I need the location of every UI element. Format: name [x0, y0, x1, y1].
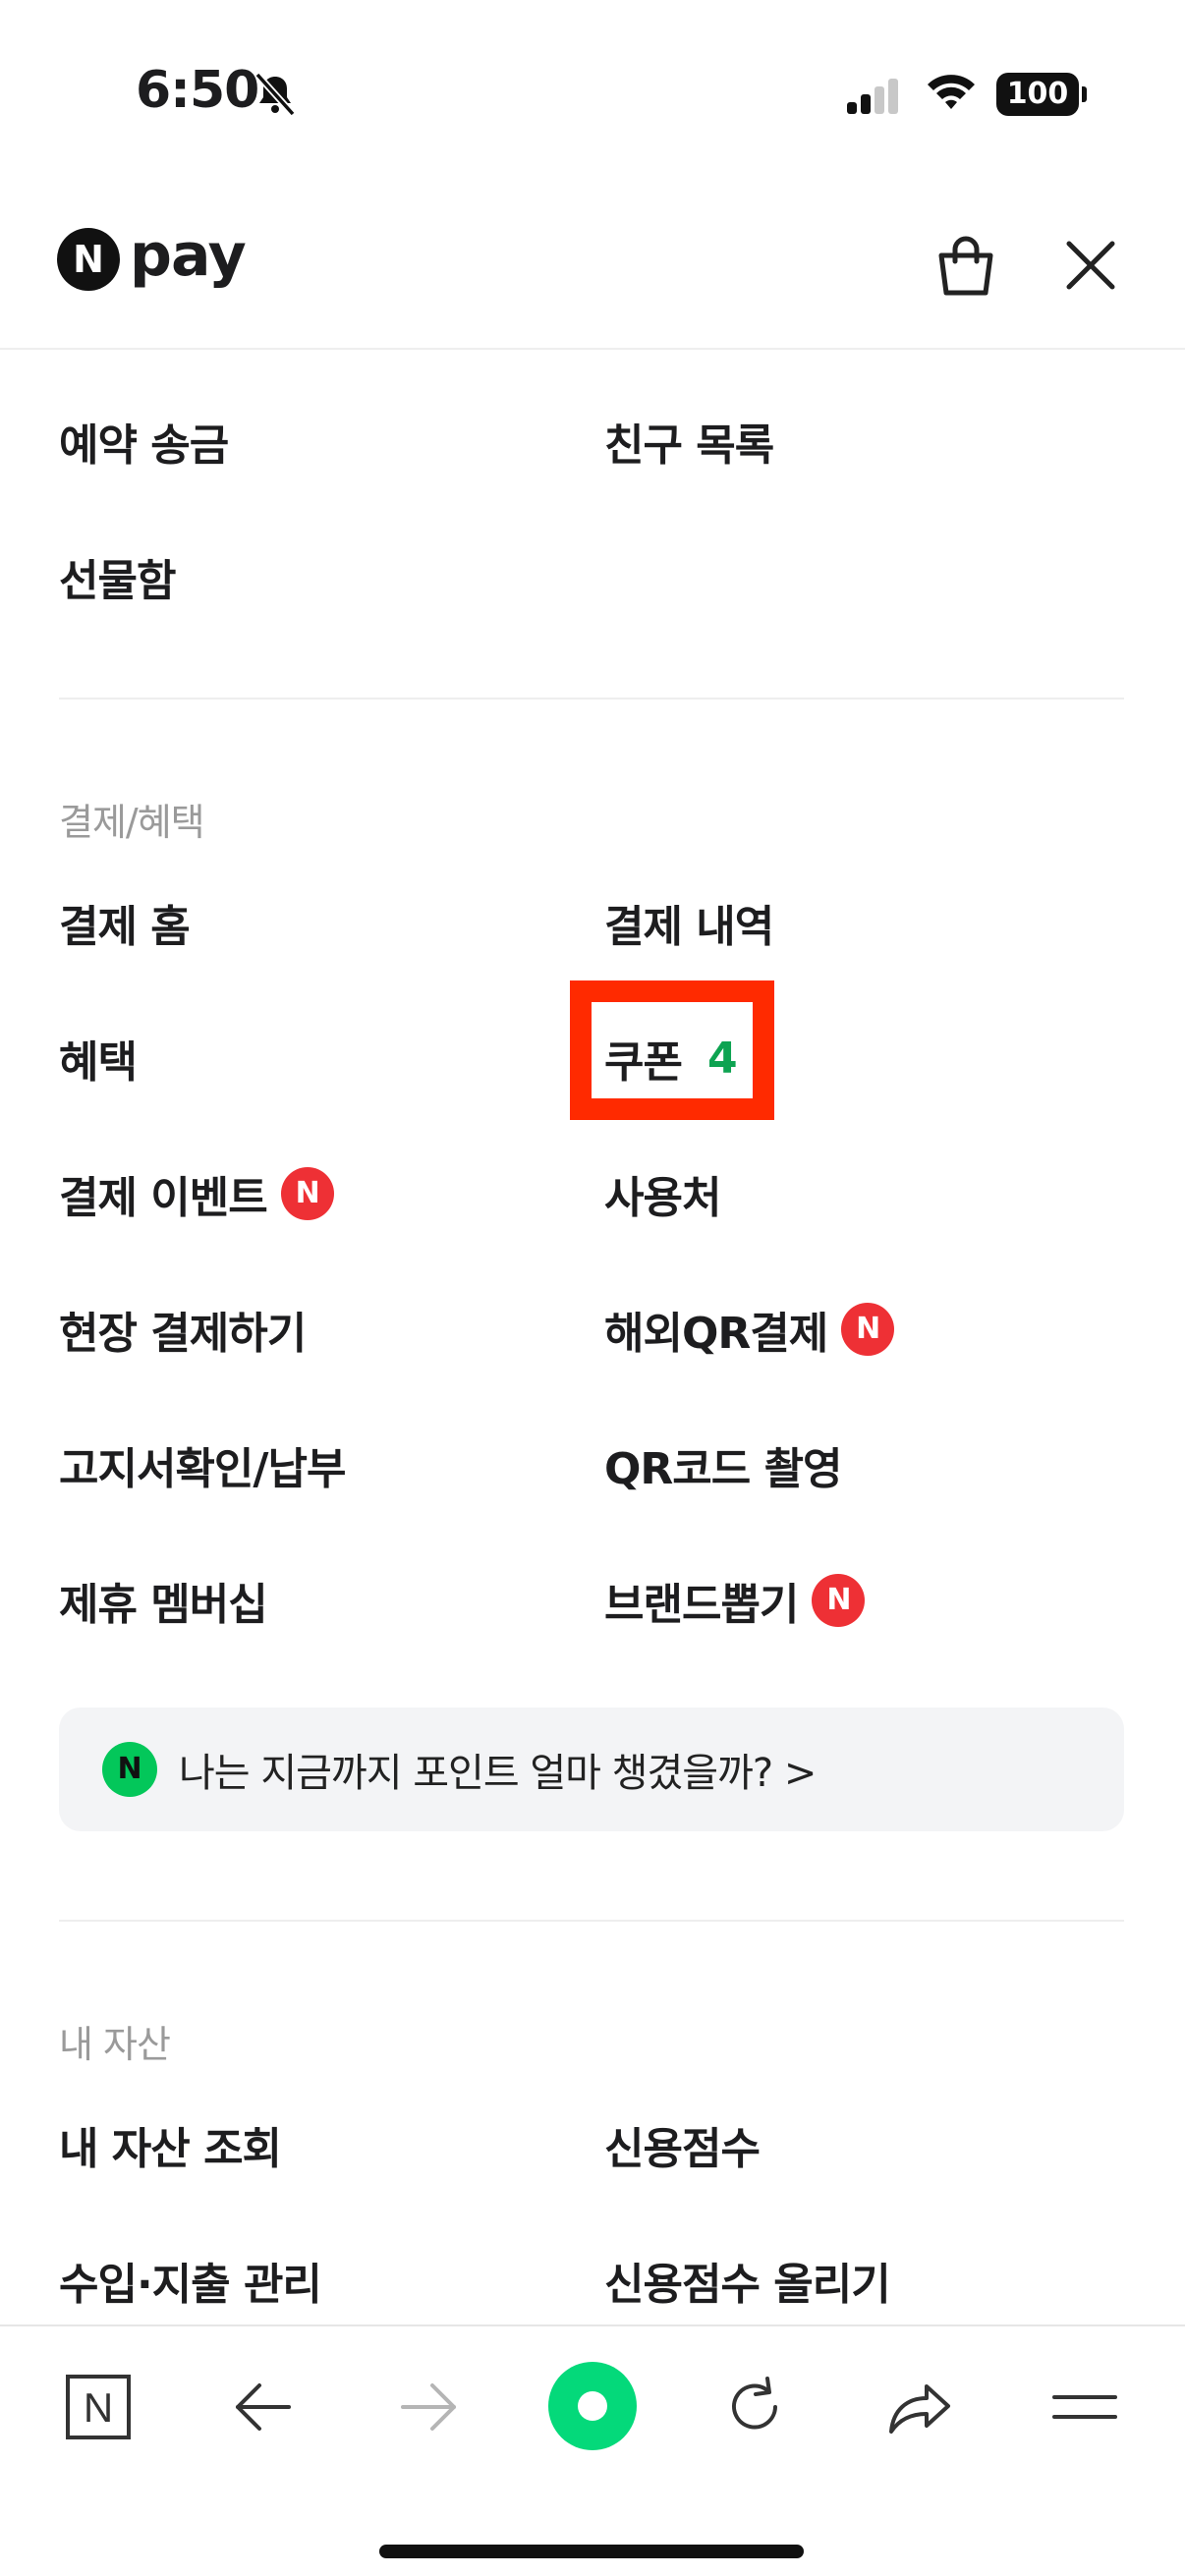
- section-title-payment: 결제/혜택: [59, 801, 205, 844]
- menu-item-label: 브랜드뽑기: [604, 1580, 799, 1630]
- menu-item-scheduled-transfer[interactable]: 예약 송금: [59, 407, 229, 476]
- refresh-icon: [732, 2377, 777, 2430]
- menu-item-payment-history[interactable]: 결제 내역: [604, 888, 774, 957]
- menu-item-label: 선물함: [59, 556, 176, 606]
- menu-item-label: 신용점수: [604, 2124, 761, 2174]
- refresh-button[interactable]: [715, 2368, 794, 2446]
- menu-item-label: 제휴 멤버십: [59, 1580, 268, 1630]
- menu-item-income-expense[interactable]: 수입·지출 관리: [59, 2246, 322, 2315]
- forward-button[interactable]: [389, 2368, 468, 2446]
- status-time: 6:50: [136, 61, 259, 120]
- menu-item-label: 해외QR결제: [604, 1309, 828, 1359]
- menu-item-friend-list[interactable]: 친구 목록: [604, 407, 774, 476]
- home-indicator[interactable]: [379, 2545, 804, 2558]
- new-badge: N: [841, 1303, 895, 1356]
- menu-item-asset-lookup[interactable]: 내 자산 조회: [59, 2110, 282, 2179]
- forward-arrow-icon: [401, 2383, 456, 2431]
- section-divider: [59, 698, 1124, 700]
- menu-item-label: 결제 홈: [59, 902, 191, 952]
- share-button[interactable]: [880, 2368, 959, 2446]
- app-header: N pay: [0, 206, 1185, 350]
- section-divider: [59, 1920, 1124, 1922]
- signal-icon: [847, 79, 898, 114]
- naver-points-icon: N: [102, 1742, 157, 1797]
- menu-item-overseas-qr-payment[interactable]: 해외QR결제 N: [604, 1295, 895, 1364]
- menu-content[interactable]: 예약 송금 친구 목록 선물함 결제/혜택 결제 홈 결제 내역 혜택 쿠폰 4 …: [0, 350, 1185, 2324]
- menu-item-partner-membership[interactable]: 제휴 멤버십: [59, 1566, 268, 1635]
- wifi-icon: [928, 75, 975, 109]
- menu-item-label: 결제 이벤트: [59, 1173, 268, 1223]
- points-banner-text: 나는 지금까지 포인트 얼마 챙겼을까? >: [179, 1741, 818, 1798]
- menu-button[interactable]: [1045, 2368, 1124, 2446]
- new-badge: N: [280, 1167, 334, 1220]
- logo-badge: N: [57, 228, 120, 291]
- browser-toolbar: N: [0, 2324, 1185, 2576]
- menu-item-gift-box[interactable]: 선물함: [59, 542, 176, 611]
- npay-logo: N pay: [57, 221, 247, 291]
- menu-item-label: 신용점수 올리기: [604, 2260, 891, 2310]
- coupon-highlight-box: [570, 980, 774, 1120]
- green-dot-icon: [578, 2391, 607, 2421]
- menu-item-qr-scan[interactable]: QR코드 촬영: [604, 1430, 843, 1499]
- green-dot-button[interactable]: [548, 2362, 637, 2450]
- logo-text: pay: [130, 221, 247, 290]
- svg-text:N: N: [84, 2384, 113, 2431]
- menu-icon: [1052, 2395, 1117, 2419]
- menu-item-credit-score[interactable]: 신용점수: [604, 2110, 761, 2179]
- menu-item-benefits[interactable]: 혜택: [59, 1024, 138, 1092]
- menu-item-label: 예약 송금: [59, 420, 229, 471]
- menu-item-label: 수입·지출 관리: [59, 2260, 322, 2310]
- menu-item-label: QR코드 촬영: [604, 1444, 843, 1494]
- battery-indicator: 100: [996, 73, 1087, 116]
- bell-slash-icon: [254, 72, 296, 117]
- shopping-bag-icon[interactable]: [931, 232, 1000, 301]
- menu-item-onsite-payment[interactable]: 현장 결제하기: [59, 1295, 307, 1364]
- menu-item-brand-draw[interactable]: 브랜드뽑기 N: [604, 1566, 866, 1635]
- back-button[interactable]: [224, 2368, 303, 2446]
- menu-item-label: 고지서확인/납부: [59, 1444, 346, 1494]
- menu-item-label: 결제 내역: [604, 902, 774, 952]
- status-bar: 6:50 100: [0, 0, 1185, 187]
- menu-item-bill-payment[interactable]: 고지서확인/납부: [59, 1430, 346, 1499]
- menu-item-label: 내 자산 조회: [59, 2124, 282, 2174]
- menu-item-label: 혜택: [59, 1037, 138, 1088]
- back-arrow-icon: [236, 2383, 291, 2431]
- menu-item-label: 사용처: [604, 1173, 721, 1223]
- chevron-right-icon: >: [783, 1751, 818, 1796]
- menu-item-payment-event[interactable]: 결제 이벤트 N: [59, 1159, 334, 1228]
- naver-n-icon: N: [66, 2375, 131, 2439]
- points-banner-label: 나는 지금까지 포인트 얼마 챙겼을까?: [179, 1751, 773, 1796]
- menu-item-label: 친구 목록: [604, 420, 774, 471]
- naver-home-button[interactable]: N: [59, 2368, 138, 2446]
- section-title-assets: 내 자산: [59, 2023, 171, 2066]
- menu-item-payment-home[interactable]: 결제 홈: [59, 888, 191, 957]
- menu-item-credit-score-boost[interactable]: 신용점수 올리기: [604, 2246, 891, 2315]
- points-banner[interactable]: N 나는 지금까지 포인트 얼마 챙겼을까? >: [59, 1708, 1124, 1831]
- menu-item-merchants[interactable]: 사용처: [604, 1159, 721, 1228]
- share-icon: [889, 2384, 950, 2434]
- new-badge: N: [812, 1574, 866, 1627]
- menu-item-label: 현장 결제하기: [59, 1309, 307, 1359]
- close-icon[interactable]: [1061, 236, 1120, 295]
